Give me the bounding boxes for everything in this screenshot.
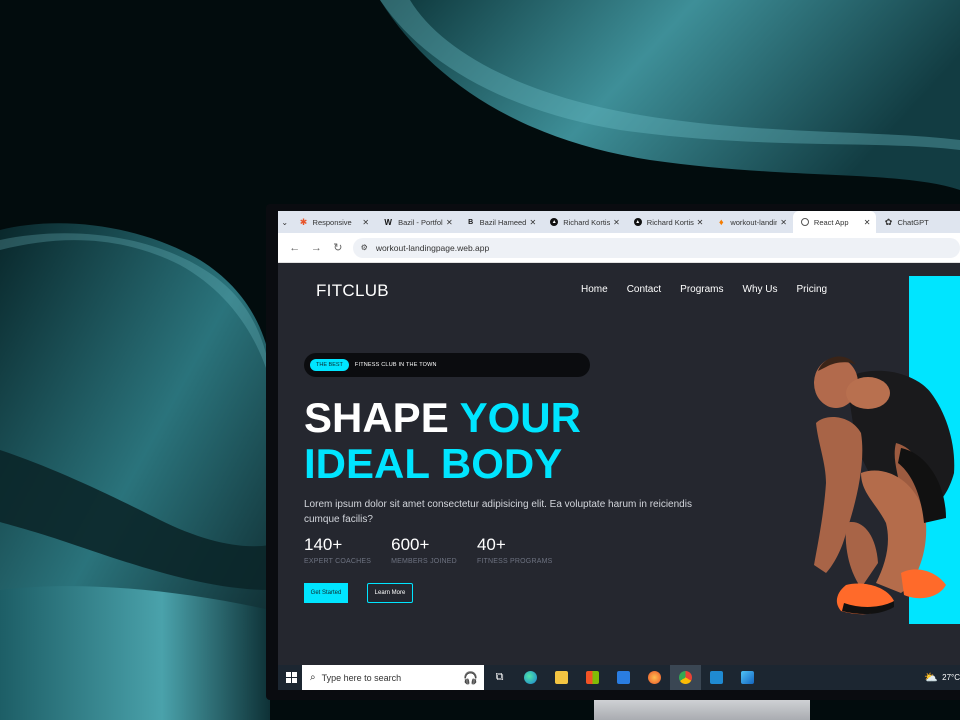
browser-tab-6-active[interactable]: React App ✕ [792,211,877,233]
close-icon[interactable]: ✕ [446,218,453,227]
browser-tab-4[interactable]: ▲ Richard Kortis ✕ [626,211,710,233]
athlete-image [814,356,955,615]
get-started-button[interactable]: Get Started [304,583,348,603]
browser-tab-bar: ⌄ ✱ Responsive ✕ W Bazil - Portfolio ✕ B… [278,211,960,233]
stat-label: FITNESS PROGRAMS [476,558,553,565]
stat-label: MEMBERS JOINED [391,558,457,565]
nav-pricing[interactable]: Pricing [797,284,828,295]
browser-tab-7[interactable]: ✿ ChatGPT [876,211,960,233]
hero-line1-white: SHAPE [304,394,460,441]
photos-icon[interactable] [732,665,763,690]
tab-label: ChatGPT [897,217,929,227]
hero-heading: SHAPE YOUR IDEAL BODY [304,395,581,487]
nav-contact[interactable]: Contact [627,284,661,295]
hero-badge: THE BEST FITNESS CLUB IN THE TOWN [304,353,590,377]
tab-label: React App [813,217,849,227]
nav-home[interactable]: Home [581,284,608,295]
flame-icon: ♦ [719,217,724,227]
windows-logo-icon [285,672,297,683]
taskbar-search-box[interactable]: ⌕ Type here to search 🎧 [302,665,484,690]
triangle-icon: ▲ [550,218,559,226]
browser-tab-3[interactable]: ▲ Richard Kortis ✕ [542,211,626,233]
weather-icon[interactable]: ⛅ [924,671,938,684]
store-icon[interactable] [577,665,608,690]
hero-description: Lorem ipsum dolor sit amet consectetur a… [304,499,692,525]
asterisk-icon: ✱ [299,216,308,227]
search-icon: ⌕ [310,672,316,683]
browser-tab-5[interactable]: ♦ workout-landing ✕ [709,211,793,233]
forward-arrow-icon[interactable]: → [306,242,328,254]
badge-pill: THE BEST [310,359,349,371]
hero-line2-cyan: IDEAL BODY [304,440,563,487]
stat-value: 40+ [476,535,506,554]
close-icon[interactable]: ✕ [780,218,787,227]
stat-value: 140+ [304,535,343,554]
stat-members: 600+ MEMBERS JOINED [391,535,457,565]
close-icon[interactable]: ✕ [864,218,871,227]
badge-text: FITNESS CLUB IN THE TOWN [354,362,437,368]
task-view-icon[interactable]: ⧉ [484,665,515,690]
w-icon: W [384,217,392,227]
stat-programs: 40+ FITNESS PROGRAMS [477,535,553,565]
learn-more-button[interactable]: Learn More [367,583,413,603]
back-arrow-icon[interactable]: ← [284,242,306,254]
openai-icon: ✿ [884,216,893,227]
tab-label: Bazil - Portfolio [398,217,443,227]
firefox-icon[interactable] [639,665,670,690]
edge-icon[interactable] [515,665,546,690]
url-text: workout-landingpage.web.app [375,242,490,253]
tab-label: Richard Kortis [646,217,694,227]
site-logo[interactable]: FITCLUB [316,281,389,301]
windows-taskbar: ⌕ Type here to search 🎧 ⧉ ⛅ 27°C [278,665,960,690]
globe-icon [800,218,809,226]
stat-value: 600+ [391,535,430,554]
tab-search-chevron-icon[interactable]: ⌄ [278,211,292,233]
close-icon[interactable]: ✕ [697,218,704,227]
tab-label: Bazil Hameed [479,217,527,227]
windows-start-icon[interactable] [280,665,302,690]
browser-tab-1[interactable]: W Bazil - Portfolio ✕ [375,211,459,233]
browser-toolbar: ← → ↻ ⚙ workout-landingpage.web.app [278,233,960,263]
tab-label: workout-landing [730,217,778,227]
reload-icon[interactable]: ↻ [327,241,349,254]
nav-programs[interactable]: Programs [680,284,723,295]
triangle-icon: ▲ [633,218,642,226]
close-icon[interactable]: ✕ [530,218,537,227]
site-info-icon[interactable]: ⚙ [361,243,368,252]
browser-tab-0[interactable]: ✱ Responsive ✕ [292,211,376,233]
monitor-stand [594,700,810,720]
browser-tab-2[interactable]: B Bazil Hameed ✕ [459,211,543,233]
mail-icon[interactable] [608,665,639,690]
system-tray: ⛅ 27°C [924,665,960,690]
close-icon[interactable]: ✕ [613,218,620,227]
main-nav: Home Contact Programs Why Us Pricing [581,284,846,295]
nav-why-us[interactable]: Why Us [743,284,778,295]
search-highlight-icon: 🎧 [463,670,478,685]
stat-coaches: 140+ EXPERT COACHES [304,535,371,565]
file-explorer-icon[interactable] [546,665,577,690]
stat-label: EXPERT COACHES [304,558,372,565]
stats-row: 140+ EXPERT COACHES 600+ MEMBERS JOINED … [304,535,572,565]
address-bar[interactable]: ⚙ workout-landingpage.web.app [352,237,960,258]
tab-label: Responsive [312,217,352,227]
search-placeholder: Type here to search [321,672,402,683]
landing-page: FITCLUB Home Contact Programs Why Us Pri… [278,263,960,665]
close-icon[interactable]: ✕ [362,218,369,227]
vscode-icon[interactable] [701,665,732,690]
chrome-icon[interactable] [670,665,701,690]
hero-line1-cyan: YOUR [459,394,581,441]
tab-label: Richard Kortis [563,217,611,227]
monitor-screen: ⌄ ✱ Responsive ✕ W Bazil - Portfolio ✕ B… [278,211,960,690]
b-icon: B [468,218,474,226]
temperature-text[interactable]: 27°C [942,673,960,682]
